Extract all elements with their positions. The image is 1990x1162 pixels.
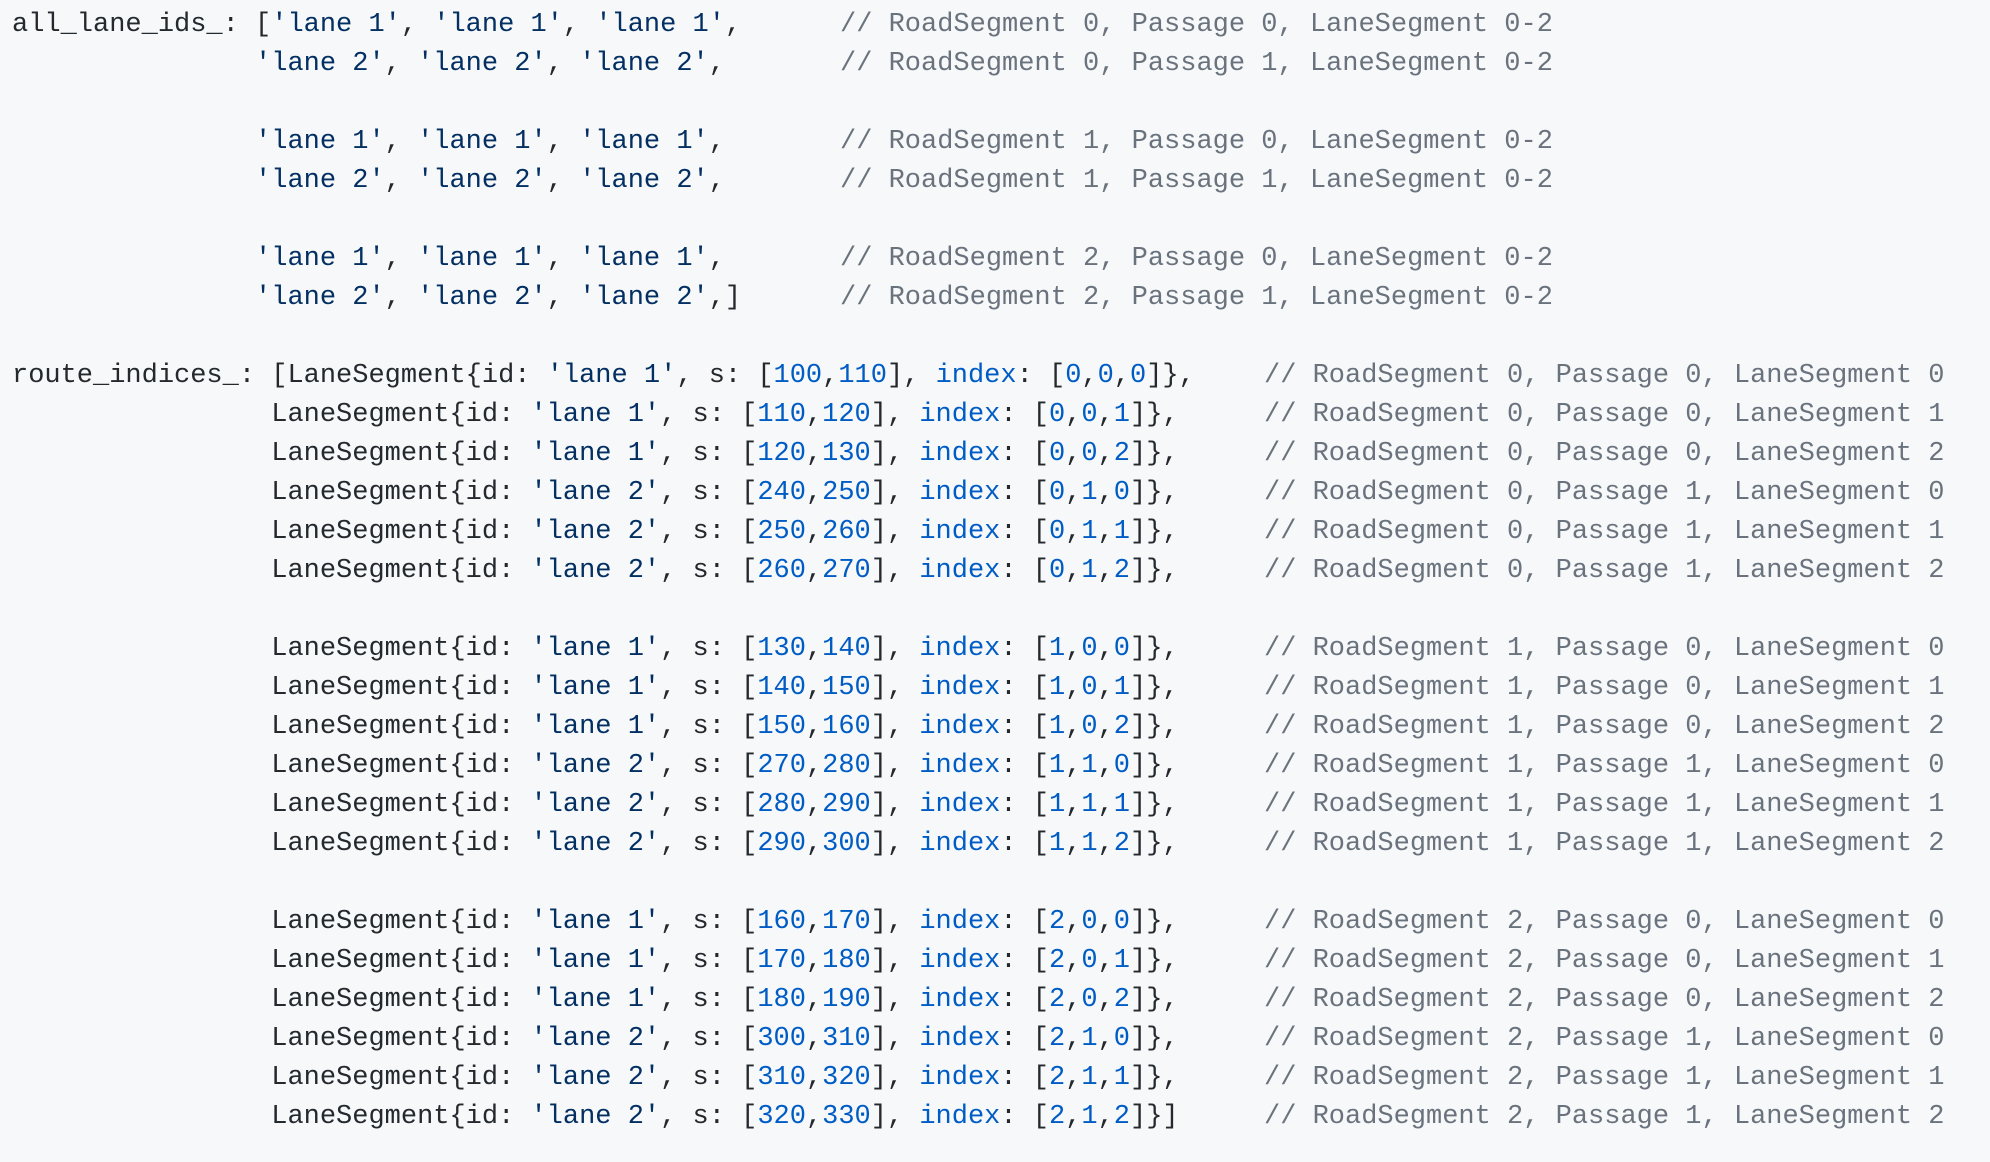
code-comment: // RoadSegment 2, Passage 1, LaneSegment…: [1264, 1024, 1945, 1054]
code-comment: // RoadSegment 1, Passage 0, LaneSegment…: [1264, 673, 1945, 703]
code-line: LaneSegment{id: 'lane 2', s: [290,300], …: [12, 829, 1179, 859]
code-line: LaneSegment{id: 'lane 2', s: [320,330], …: [12, 1102, 1179, 1132]
code-line: 'lane 1', 'lane 1', 'lane 1',: [255, 127, 725, 157]
code-line: 'lane 2', 'lane 2', 'lane 2',]: [255, 283, 742, 313]
code-comment: // RoadSegment 2, Passage 1, LaneSegment…: [840, 283, 1553, 313]
code-comment: // RoadSegment 2, Passage 0, LaneSegment…: [840, 244, 1553, 274]
code-comment: // RoadSegment 0, Passage 0, LaneSegment…: [1264, 400, 1945, 430]
code-line: LaneSegment{id: 'lane 1', s: [180,190], …: [12, 985, 1179, 1015]
code-line: LaneSegment{id: 'lane 1', s: [120,130], …: [12, 439, 1179, 469]
code-line: LaneSegment{id: 'lane 2', s: [280,290], …: [12, 790, 1179, 820]
code-line: LaneSegment{id: 'lane 2', s: [250,260], …: [12, 517, 1179, 547]
code-line: LaneSegment{id: 'lane 2', s: [240,250], …: [12, 478, 1179, 508]
code-line: LaneSegment{id: 'lane 1', s: [140,150], …: [12, 673, 1179, 703]
code-comment: // RoadSegment 1, Passage 0, LaneSegment…: [840, 127, 1553, 157]
code-line: LaneSegment{id: 'lane 2', s: [270,280], …: [12, 751, 1179, 781]
code-line: LaneSegment{id: 'lane 1', s: [150,160], …: [12, 712, 1179, 742]
code-comment: // RoadSegment 2, Passage 1, LaneSegment…: [1264, 1063, 1945, 1093]
code-comment: // RoadSegment 0, Passage 0, LaneSegment…: [1264, 361, 1945, 391]
code-comment: // RoadSegment 1, Passage 0, LaneSegment…: [1264, 634, 1945, 664]
code-line: LaneSegment{id: 'lane 2', s: [300,310], …: [12, 1024, 1179, 1054]
code-comment: // RoadSegment 0, Passage 1, LaneSegment…: [1264, 478, 1945, 508]
code-line: route_indices_: [LaneSegment{id: 'lane 1…: [12, 361, 1195, 391]
code-comment: // RoadSegment 2, Passage 1, LaneSegment…: [1264, 1102, 1945, 1132]
code-comment: // RoadSegment 0, Passage 0, LaneSegment…: [840, 10, 1553, 40]
code-line: 'lane 1', 'lane 1', 'lane 1',: [255, 244, 725, 274]
code-line: LaneSegment{id: 'lane 2', s: [260,270], …: [12, 556, 1179, 586]
code-line: LaneSegment{id: 'lane 1', s: [160,170], …: [12, 907, 1179, 937]
code-line: 'lane 2', 'lane 2', 'lane 2',: [255, 49, 725, 79]
code-comment: // RoadSegment 0, Passage 0, LaneSegment…: [1264, 439, 1945, 469]
code-comment: // RoadSegment 1, Passage 1, LaneSegment…: [1264, 790, 1945, 820]
code-comment: // RoadSegment 1, Passage 1, LaneSegment…: [1264, 751, 1945, 781]
code-line: LaneSegment{id: 'lane 1', s: [110,120], …: [12, 400, 1179, 430]
code-comment: // RoadSegment 0, Passage 1, LaneSegment…: [1264, 517, 1945, 547]
code-line: LaneSegment{id: 'lane 1', s: [170,180], …: [12, 946, 1179, 976]
code-comment: // RoadSegment 1, Passage 1, LaneSegment…: [840, 166, 1553, 196]
code-comment: // RoadSegment 2, Passage 0, LaneSegment…: [1264, 985, 1945, 1015]
code-comment: // RoadSegment 0, Passage 1, LaneSegment…: [840, 49, 1553, 79]
code-comment: // RoadSegment 1, Passage 1, LaneSegment…: [1264, 829, 1945, 859]
code-line: LaneSegment{id: 'lane 2', s: [310,320], …: [12, 1063, 1179, 1093]
code-line: LaneSegment{id: 'lane 1', s: [130,140], …: [12, 634, 1179, 664]
code-comment: // RoadSegment 2, Passage 0, LaneSegment…: [1264, 946, 1945, 976]
code-comment: // RoadSegment 1, Passage 0, LaneSegment…: [1264, 712, 1945, 742]
code-comment: // RoadSegment 0, Passage 1, LaneSegment…: [1264, 556, 1945, 586]
code-comment: // RoadSegment 2, Passage 0, LaneSegment…: [1264, 907, 1945, 937]
code-line: 'lane 2', 'lane 2', 'lane 2',: [255, 166, 725, 196]
code-line: all_lane_ids_: ['lane 1', 'lane 1', 'lan…: [12, 10, 742, 40]
code-block: all_lane_ids_: ['lane 1', 'lane 1', 'lan…: [0, 0, 1990, 1162]
